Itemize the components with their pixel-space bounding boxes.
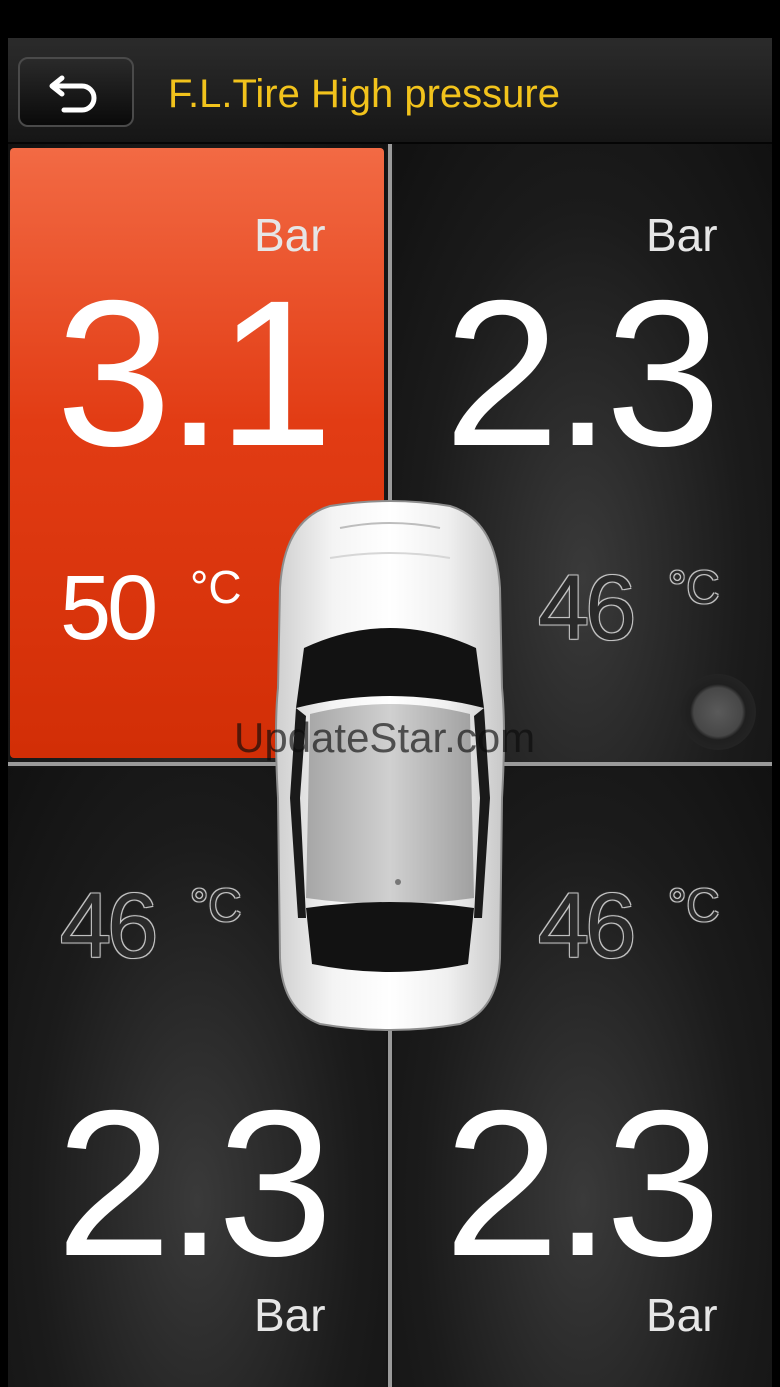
temperature-value: 46: [60, 875, 158, 977]
pressure-unit: Bar: [646, 1289, 718, 1341]
pressure-value: 2.3: [56, 1068, 333, 1300]
temperature-unit: °C: [668, 879, 720, 931]
pressure-unit: Bar: [646, 209, 718, 261]
pressure-unit: Bar: [254, 209, 326, 261]
floating-assist-button[interactable]: [680, 674, 756, 750]
back-button[interactable]: [18, 57, 134, 127]
header-bar: F.L.Tire High pressure: [8, 38, 772, 144]
car-top-view-icon: [275, 500, 505, 1031]
tpms-screen: F.L.Tire High pressure Bar 3.1 50 °C Bar…: [8, 38, 772, 1387]
watermark: UpdateStar.com: [234, 714, 536, 761]
page-title: F.L.Tire High pressure: [168, 72, 560, 116]
pressure-unit: Bar: [254, 1289, 326, 1341]
pressure-value: 2.3: [444, 258, 721, 490]
temperature-value: 50: [60, 557, 158, 659]
temperature-value: 46: [538, 875, 636, 977]
back-arrow-icon: [49, 75, 97, 113]
pressure-value: 2.3: [444, 1068, 721, 1300]
temperature-value: 46: [538, 557, 636, 659]
temperature-unit: °C: [190, 561, 242, 613]
temperature-unit: °C: [190, 879, 242, 931]
temperature-unit: °C: [668, 561, 720, 613]
pressure-value: 3.1: [56, 258, 333, 490]
